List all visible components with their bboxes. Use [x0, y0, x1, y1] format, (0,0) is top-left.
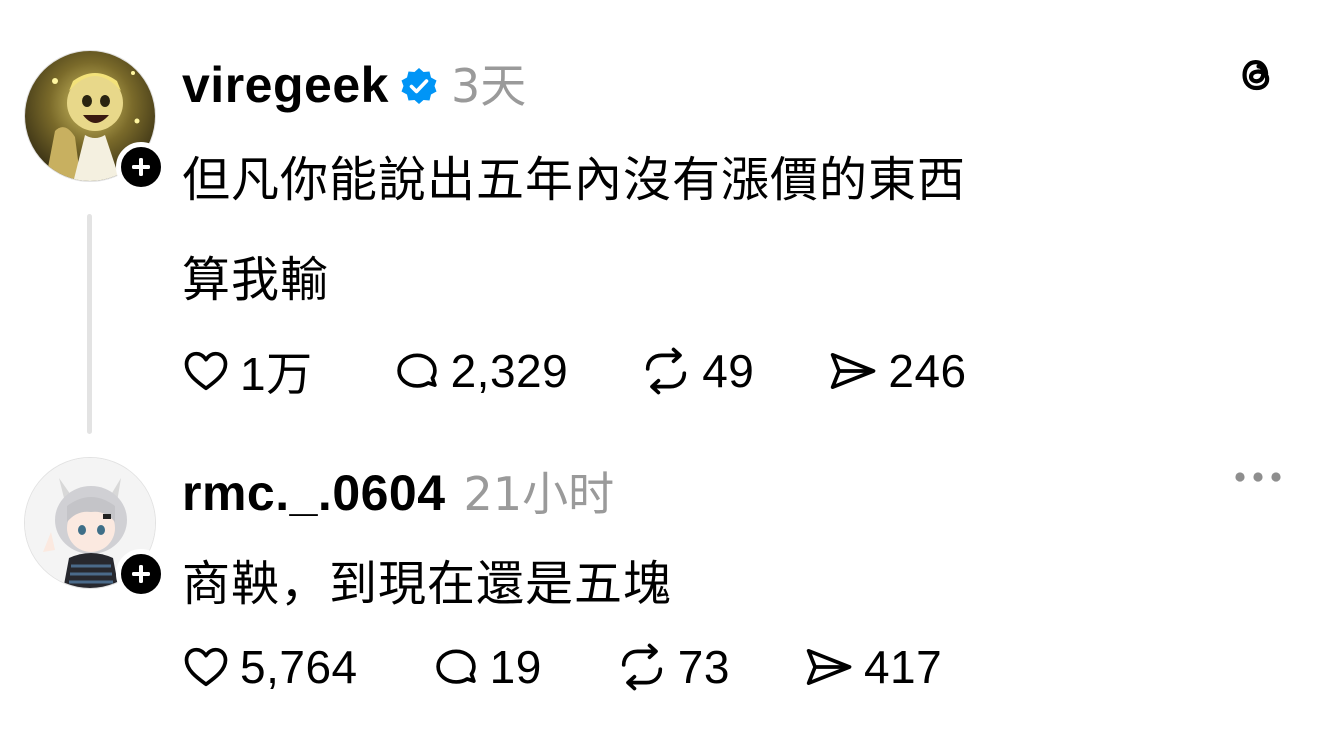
share-count: 417	[863, 641, 943, 693]
reply-avatar[interactable]	[24, 457, 166, 599]
reply-text: 商鞅，到現在還是五塊	[182, 556, 673, 612]
main-post-actions: 1万 2,329 49 246	[180, 338, 967, 404]
repost-button[interactable]: 73	[614, 640, 730, 694]
verified-badge-icon	[399, 66, 439, 106]
main-post-header: viregeek 3天	[182, 50, 526, 116]
heart-icon	[184, 351, 228, 391]
thread-connector-line	[87, 214, 92, 434]
timestamp: 21小时	[463, 467, 615, 521]
send-icon	[806, 649, 852, 685]
plus-icon	[132, 565, 150, 583]
repost-icon	[646, 347, 687, 395]
username[interactable]: rmc._.0604	[182, 464, 446, 522]
repost-icon	[621, 643, 662, 691]
plus-icon	[132, 158, 150, 176]
timestamp: 3天	[450, 59, 527, 113]
reply-actions: 5,764 19 73 417	[180, 640, 942, 694]
like-count: 5,764	[240, 641, 358, 693]
more-horizontal-icon[interactable]	[1232, 462, 1284, 492]
send-icon	[831, 353, 876, 389]
like-button[interactable]: 5,764	[180, 640, 358, 694]
like-count: 1万	[240, 348, 313, 400]
repost-count: 73	[677, 641, 730, 693]
follow-button[interactable]	[116, 549, 166, 599]
reply-count: 2,329	[450, 345, 569, 397]
repost-count: 49	[702, 345, 755, 397]
threads-logo-icon[interactable]	[1232, 50, 1282, 100]
main-post: viregeek 3天 但凡你能說出五年內沒有漲價的東西 算我輸 1万 2,32	[0, 0, 1320, 440]
share-count: 246	[888, 345, 967, 397]
comment-icon	[396, 353, 437, 388]
reply-post: rmc._.0604 21小时 商鞅，到現在還是五塊 5,764 19 73 4…	[0, 440, 1320, 729]
share-button[interactable]: 246	[824, 344, 966, 398]
like-button[interactable]: 1万	[180, 338, 313, 404]
reply-count: 19	[489, 641, 542, 693]
post-text-line-2: 算我輸	[182, 252, 330, 308]
follow-button[interactable]	[116, 142, 166, 192]
share-button[interactable]: 417	[800, 640, 942, 694]
comment-icon	[435, 649, 476, 684]
reply-button[interactable]: 19	[430, 640, 542, 694]
post-text-line-1: 但凡你能說出五年內沒有漲價的東西	[182, 152, 967, 208]
reply-button[interactable]: 2,329	[391, 344, 569, 398]
heart-icon	[184, 647, 228, 687]
username[interactable]: viregeek	[182, 56, 389, 114]
reply-header: rmc._.0604 21小时	[182, 458, 614, 524]
repost-button[interactable]: 49	[638, 344, 754, 398]
main-post-avatar[interactable]	[24, 50, 166, 192]
